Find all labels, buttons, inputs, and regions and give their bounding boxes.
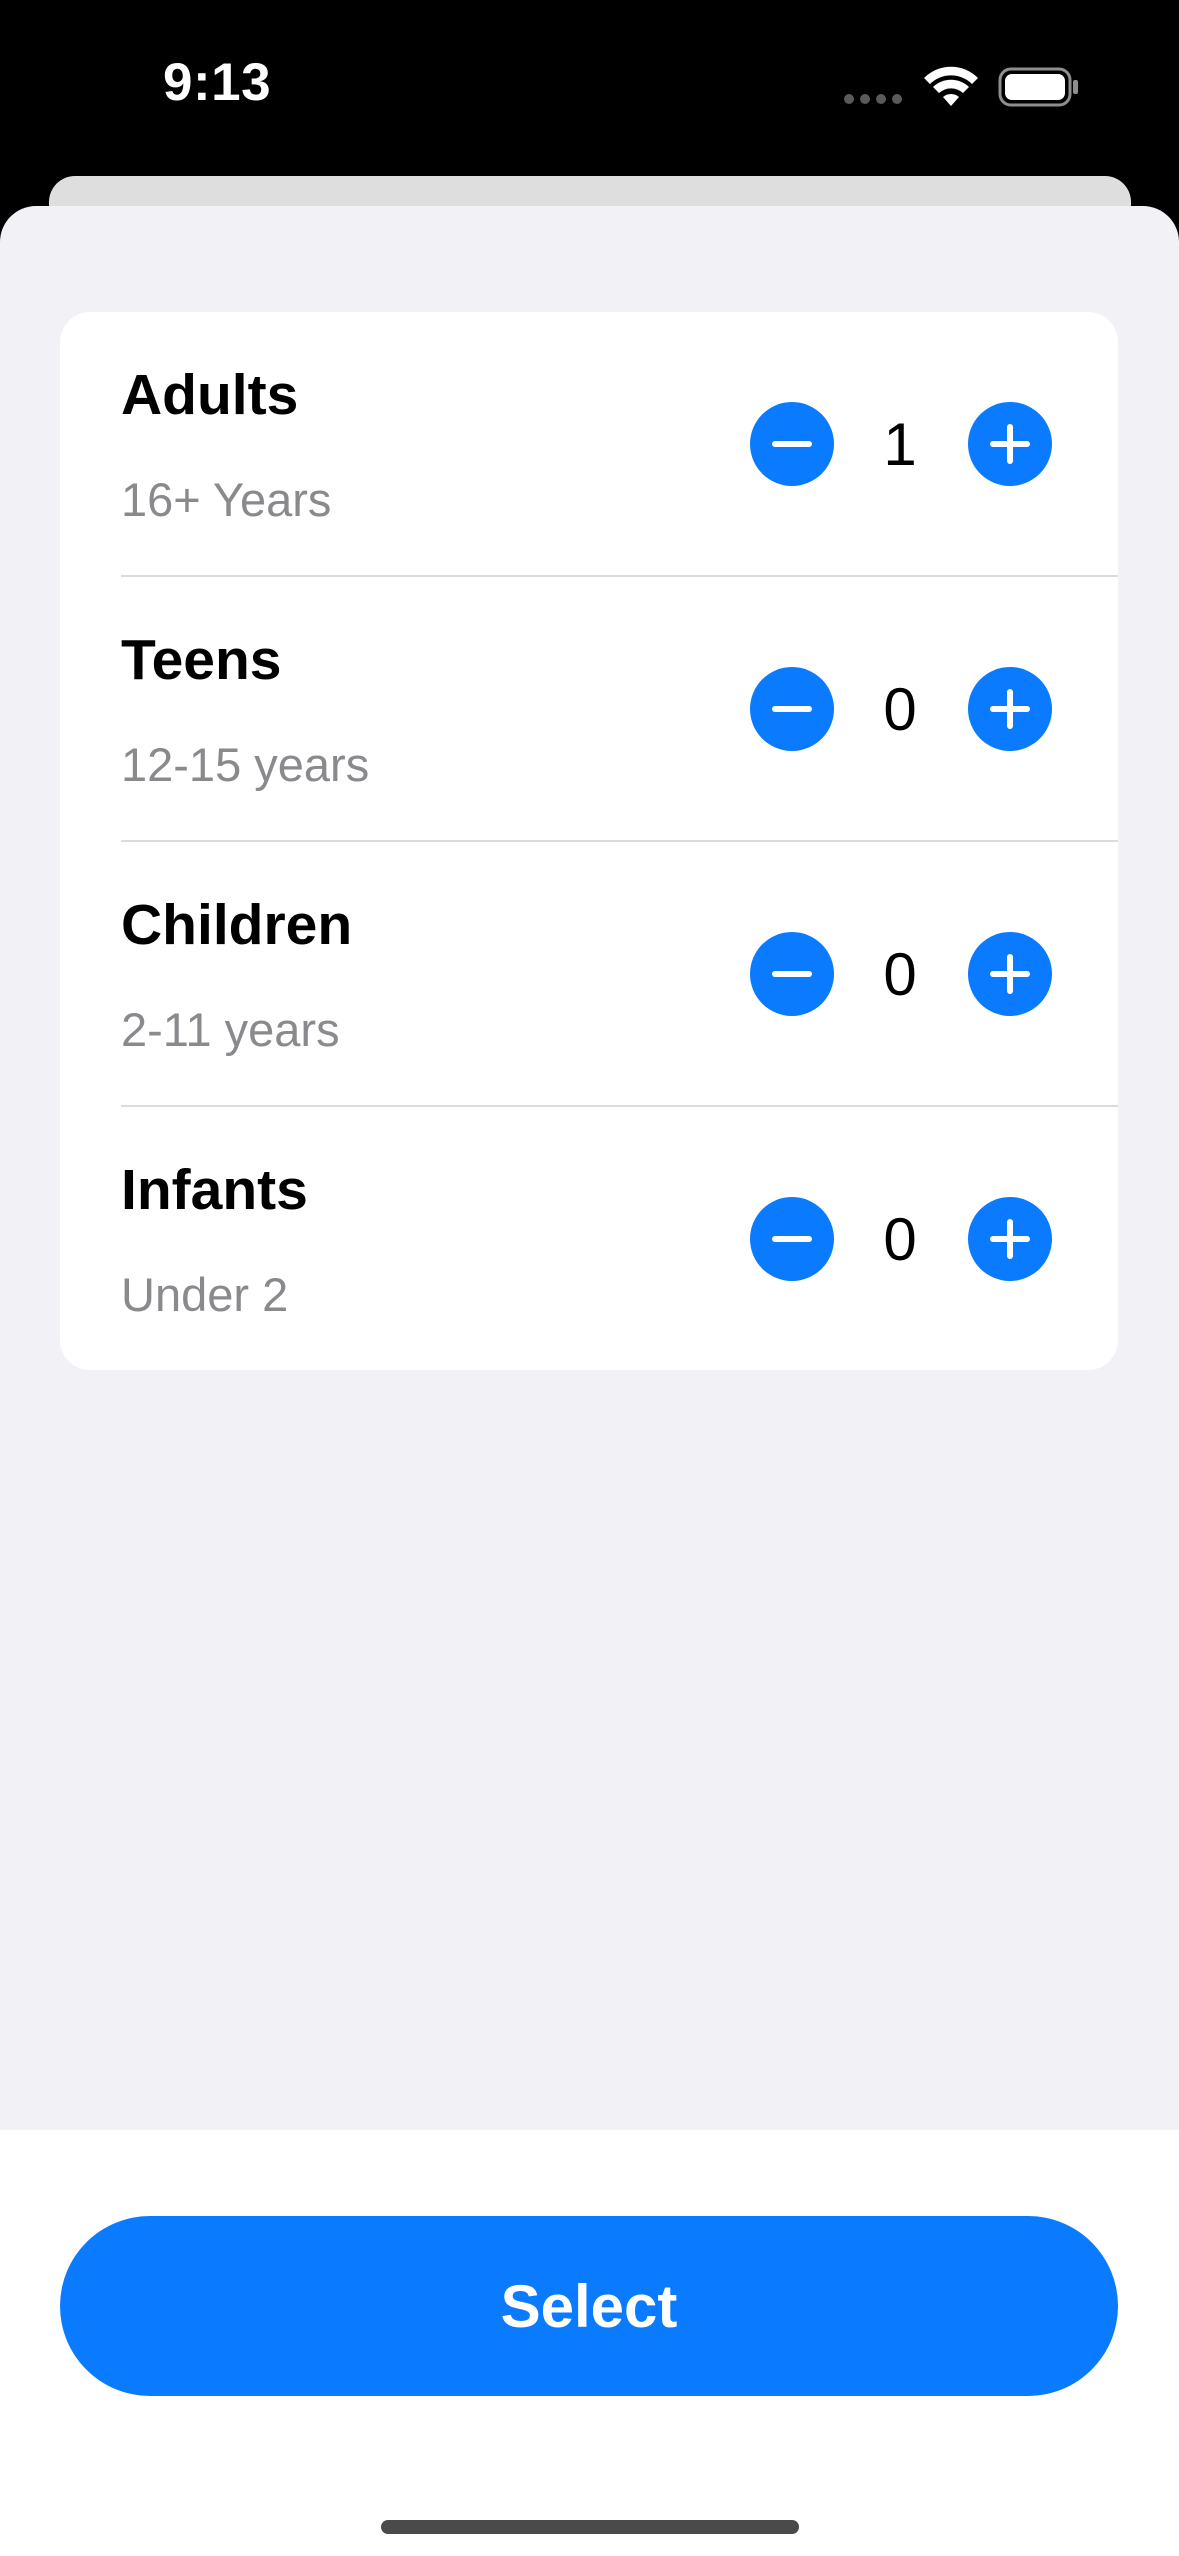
children-count: 0 bbox=[883, 941, 917, 1008]
decrement-children-button[interactable] bbox=[750, 932, 834, 1016]
passenger-row-children: Children 2-11 years 0 bbox=[60, 842, 1118, 1107]
row-subtitle: Under 2 bbox=[121, 1268, 289, 1321]
select-button[interactable]: Select bbox=[60, 2216, 1118, 2396]
row-subtitle: 16+ Years bbox=[121, 473, 332, 526]
screen: 9:13 Adults 16+ Years 1 Teens 12-15 year… bbox=[0, 0, 1179, 2556]
row-title: Adults bbox=[121, 363, 299, 427]
row-subtitle: 12-15 years bbox=[121, 738, 370, 791]
increment-teens-button[interactable] bbox=[968, 667, 1052, 751]
home-indicator[interactable] bbox=[381, 2520, 799, 2534]
row-title: Teens bbox=[121, 628, 282, 692]
battery-icon bbox=[998, 67, 1078, 107]
row-title: Infants bbox=[121, 1158, 308, 1222]
minus-icon bbox=[772, 706, 812, 712]
bottom-action-panel: Select bbox=[0, 2130, 1179, 2556]
passenger-row-teens: Teens 12-15 years 0 bbox=[60, 577, 1118, 842]
adults-count: 1 bbox=[883, 411, 917, 478]
passenger-row-adults: Adults 16+ Years 1 bbox=[60, 312, 1118, 577]
wifi-icon bbox=[924, 66, 978, 106]
decrement-adults-button[interactable] bbox=[750, 402, 834, 486]
decrement-teens-button[interactable] bbox=[750, 667, 834, 751]
row-title: Children bbox=[121, 893, 353, 957]
teens-count: 0 bbox=[883, 676, 917, 743]
passenger-row-infants: Infants Under 2 0 bbox=[60, 1107, 1118, 1370]
passenger-list-card: Adults 16+ Years 1 Teens 12-15 years 0 C… bbox=[60, 312, 1118, 1370]
row-subtitle: 2-11 years bbox=[121, 1003, 340, 1056]
increment-infants-button[interactable] bbox=[968, 1197, 1052, 1281]
status-bar: 9:13 bbox=[0, 0, 1179, 176]
signal-dots-icon bbox=[844, 94, 902, 104]
status-time: 9:13 bbox=[163, 53, 272, 112]
minus-icon bbox=[772, 441, 812, 447]
infants-count: 0 bbox=[883, 1206, 917, 1273]
increment-adults-button[interactable] bbox=[968, 402, 1052, 486]
increment-children-button[interactable] bbox=[968, 932, 1052, 1016]
decrement-infants-button[interactable] bbox=[750, 1197, 834, 1281]
minus-icon bbox=[772, 1236, 812, 1242]
minus-icon bbox=[772, 971, 812, 977]
